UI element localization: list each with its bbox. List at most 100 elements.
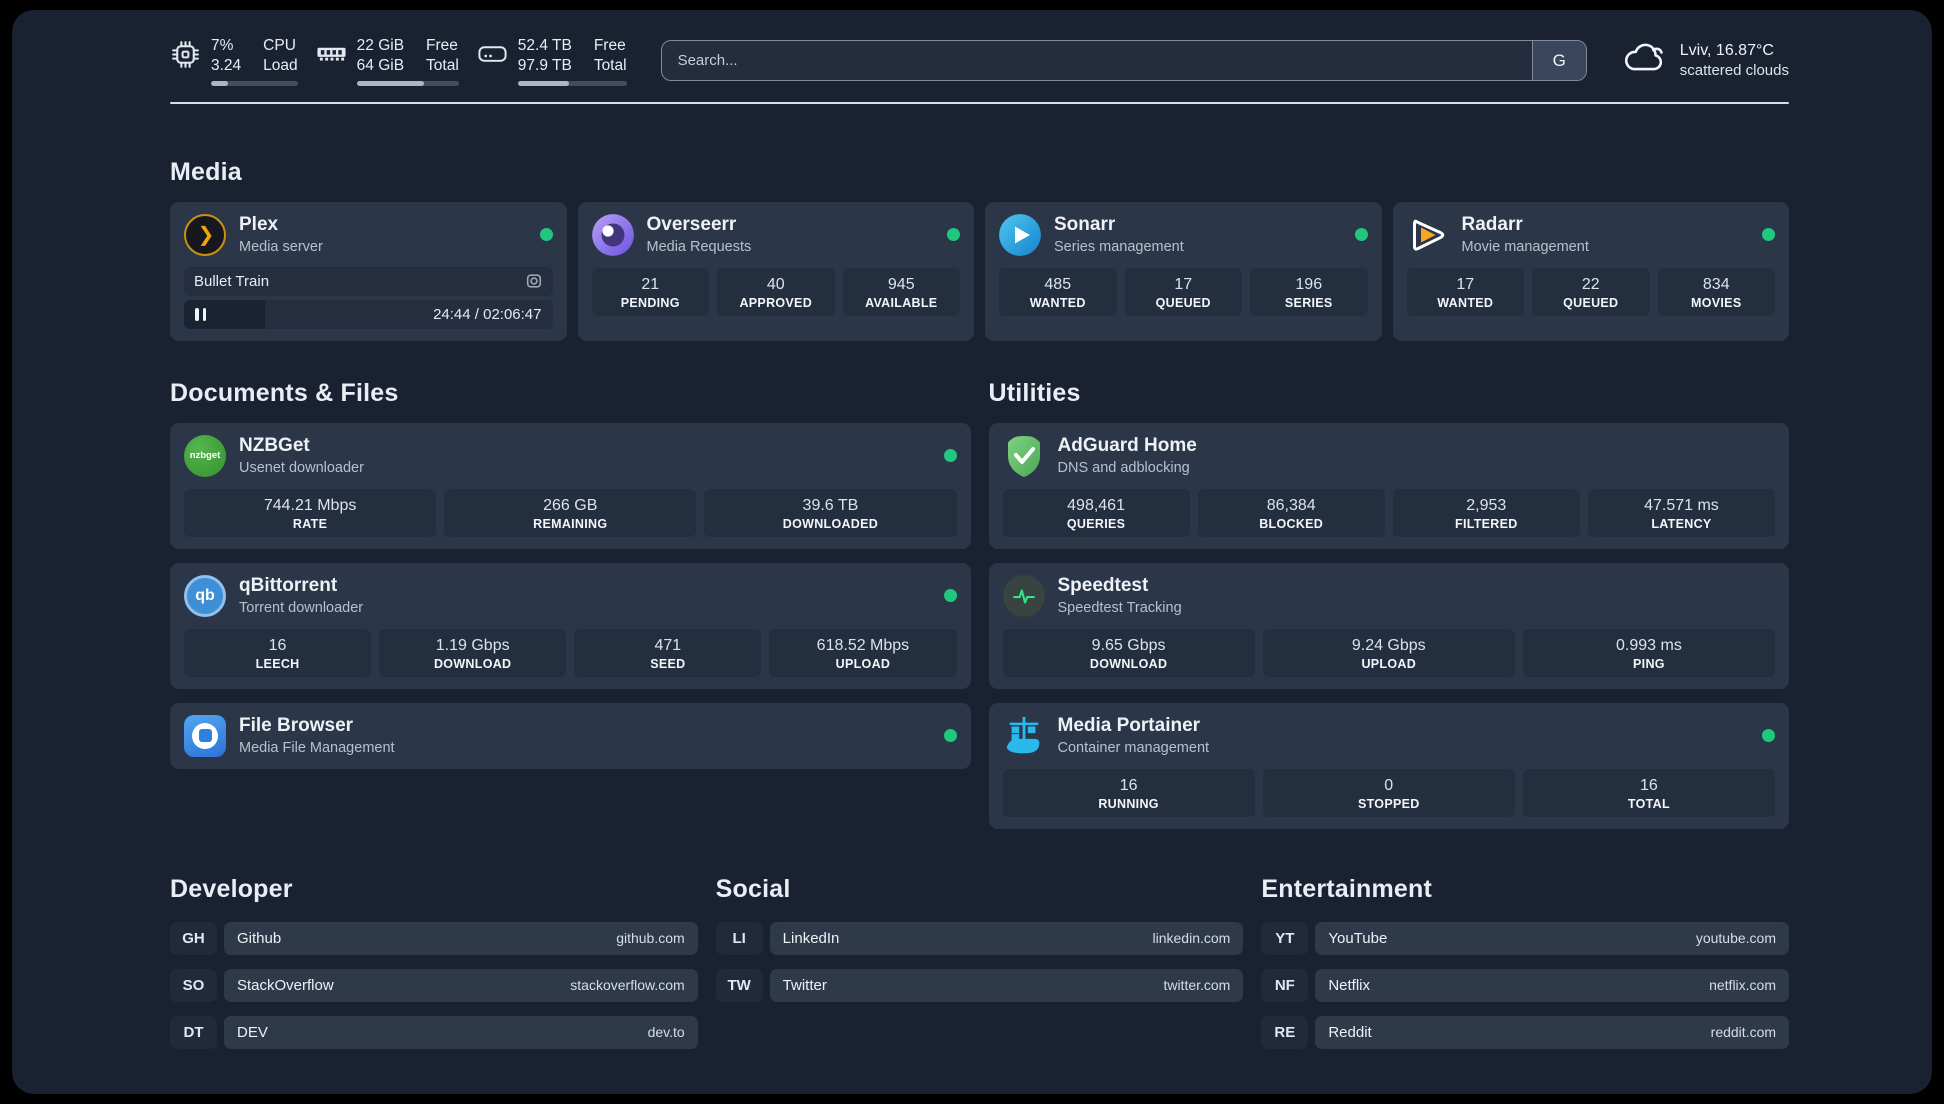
link-tag: TW (715, 968, 763, 1002)
search-bar[interactable]: G (660, 40, 1587, 82)
stat-box: 16 TOTAL (1522, 768, 1776, 817)
weather-widget: Lviv, 16.87°C scattered clouds (1621, 41, 1789, 81)
stat-box: 22 QUEUED (1532, 267, 1650, 316)
link-bar[interactable]: Netflix netflix.com (1315, 968, 1790, 1002)
weather-condition: scattered clouds (1679, 62, 1789, 80)
app-name: Speedtest (1057, 575, 1149, 597)
section-title-documents: Documents & Files (170, 378, 399, 407)
stat-box: 2,953 FILTERED (1392, 488, 1580, 537)
app-card-radarr[interactable]: Radarr Movie management 17 WANTED 22 QUEUE… (1392, 201, 1789, 341)
portainer-icon (1003, 715, 1045, 757)
section-title-utilities: Utilities (988, 378, 1081, 407)
app-name: File Browser (239, 715, 354, 737)
cpu-stat: 7% 3.24 CPU Load (170, 36, 298, 86)
stat-box: 86,384 BLOCKED (1197, 488, 1385, 537)
app-name: NZBGet (239, 435, 310, 457)
app-subtitle: Media Requests (646, 239, 752, 256)
link-tag: RE (1261, 1015, 1309, 1049)
media-cards-row: ❯ Plex Media server Bullet Train 24:44 /… (170, 201, 1789, 341)
link-tag: LI (715, 921, 763, 955)
storage-values: 52.4 TB 97.9 TB (517, 37, 572, 74)
link-bar[interactable]: DEV dev.to (224, 1015, 698, 1049)
stat-box: 1.19 Gbps DOWNLOAD (379, 628, 567, 677)
link-row-linkedin[interactable]: LI LinkedIn linkedin.com (715, 921, 1244, 955)
sonarr-icon (999, 213, 1041, 256)
link-bar[interactable]: LinkedIn linkedin.com (769, 921, 1244, 955)
stat-box: 744.21 Mbps RATE (184, 488, 437, 537)
app-subtitle: Series management (1054, 239, 1184, 256)
app-card-adguard[interactable]: AdGuard Home DNS and adblocking 498,461 Q… (988, 422, 1789, 549)
app-card-portainer[interactable]: Media Portainer Container management 16 R… (988, 702, 1789, 829)
section-title-media: Media (170, 157, 242, 186)
stat-box: 17 QUEUED (1124, 267, 1242, 316)
playback-progress-bar[interactable]: 24:44 / 02:06:47 (184, 299, 553, 329)
pause-icon[interactable] (184, 307, 206, 321)
storage-progress-bar (517, 80, 627, 86)
dashboard-panel: 7% 3.24 CPU Load 22 GiB 64 GiB Free Tota… (12, 10, 1932, 1094)
status-dot-online (1354, 228, 1368, 242)
link-row-reddit[interactable]: RE Reddit reddit.com (1261, 1015, 1790, 1049)
link-bar[interactable]: StackOverflow stackoverflow.com (224, 968, 698, 1002)
stat-box: 9.24 Gbps UPLOAD (1262, 628, 1515, 677)
stat-box: 196 SERIES (1250, 267, 1368, 316)
link-row-youtube[interactable]: YT YouTube youtube.com (1261, 921, 1790, 955)
weather-headline: Lviv, 16.87°C (1679, 41, 1774, 59)
cpu-labels: CPU Load (263, 37, 298, 74)
link-tag: NF (1261, 968, 1309, 1002)
app-name: Sonarr (1054, 214, 1116, 236)
link-row-dev[interactable]: DT DEV dev.to (170, 1015, 698, 1049)
storage-stat: 52.4 TB 97.9 TB Free Total (477, 36, 627, 86)
search-input[interactable] (661, 41, 1532, 81)
app-name: Radarr (1461, 214, 1523, 236)
status-dot-online (947, 228, 960, 242)
link-row-twitter[interactable]: TW Twitter twitter.com (715, 968, 1244, 1002)
stat-box: 0 STOPPED (1262, 768, 1515, 817)
storage-labels: Free Total (593, 37, 627, 74)
link-row-netflix[interactable]: NF Netflix netflix.com (1261, 968, 1790, 1002)
app-name: Media Portainer (1057, 715, 1201, 737)
app-name: Plex (239, 214, 279, 236)
link-row-stackoverflow[interactable]: SO StackOverflow stackoverflow.com (170, 968, 698, 1002)
stat-box: 47.571 ms LATENCY (1587, 488, 1775, 537)
app-card-sonarr[interactable]: Sonarr Series management 485 WANTED 17 QUE… (985, 201, 1382, 341)
system-stats: 7% 3.24 CPU Load 22 GiB 64 GiB Free Tota… (170, 36, 627, 86)
nzbget-icon: nzbget (184, 434, 226, 477)
status-dot-online (943, 729, 957, 743)
link-tag: YT (1261, 921, 1309, 955)
app-card-overseerr[interactable]: Overseerr Media Requests 21 PENDING 40 APP… (577, 201, 974, 341)
section-title-developer: Developer (170, 874, 293, 903)
app-card-speedtest[interactable]: Speedtest Speedtest Tracking 9.65 Gbps DO… (988, 562, 1789, 689)
link-tag: DT (170, 1015, 217, 1049)
link-bar[interactable]: Reddit reddit.com (1315, 1015, 1790, 1049)
qbittorrent-icon: qb (184, 574, 226, 617)
radarr-icon (1407, 214, 1449, 256)
app-card-plex[interactable]: ❯ Plex Media server Bullet Train 24:44 /… (170, 201, 567, 341)
section-title-social: Social (715, 874, 791, 903)
section-title-entertainment: Entertainment (1261, 874, 1433, 903)
developer-section: Developer GH Github github.com SO StackO… (170, 875, 698, 1049)
stat-box: 16 LEECH (184, 628, 372, 677)
stat-box: 17 WANTED (1406, 267, 1524, 316)
link-bar[interactable]: Twitter twitter.com (769, 968, 1244, 1002)
link-bar[interactable]: YouTube youtube.com (1315, 921, 1790, 955)
stat-box: 266 GB REMAINING (444, 488, 697, 537)
app-name: qBittorrent (239, 575, 338, 597)
stat-box: 0.993 ms PING (1522, 628, 1776, 677)
stat-box: 945 AVAILABLE (842, 267, 960, 316)
now-playing-title: Bullet Train (194, 272, 270, 290)
link-bar[interactable]: Github github.com (224, 921, 698, 955)
search-engine-button[interactable]: G (1531, 41, 1586, 81)
app-card-qbittorrent[interactable]: qb qBittorrent Torrent downloader 16 LEEC… (170, 562, 971, 689)
stat-box: 40 APPROVED (717, 267, 835, 316)
memory-progress-bar (356, 80, 459, 86)
app-card-filebrowser[interactable]: File Browser Media File Management (170, 702, 971, 769)
app-subtitle: DNS and adblocking (1057, 460, 1190, 477)
link-row-github[interactable]: GH Github github.com (170, 921, 698, 955)
app-card-nzbget[interactable]: nzbget NZBGet Usenet downloader 744.21 M… (170, 422, 971, 549)
stat-box: 21 PENDING (591, 267, 709, 316)
utilities-column: Utilities AdGuard Home DNS and adblockin… (988, 378, 1789, 829)
app-subtitle: Torrent downloader (239, 600, 364, 617)
documents-column: Documents & Files nzbget NZBGet Usenet d… (170, 379, 971, 829)
status-dot-online (1762, 228, 1775, 242)
memory-values: 22 GiB 64 GiB (356, 37, 405, 74)
